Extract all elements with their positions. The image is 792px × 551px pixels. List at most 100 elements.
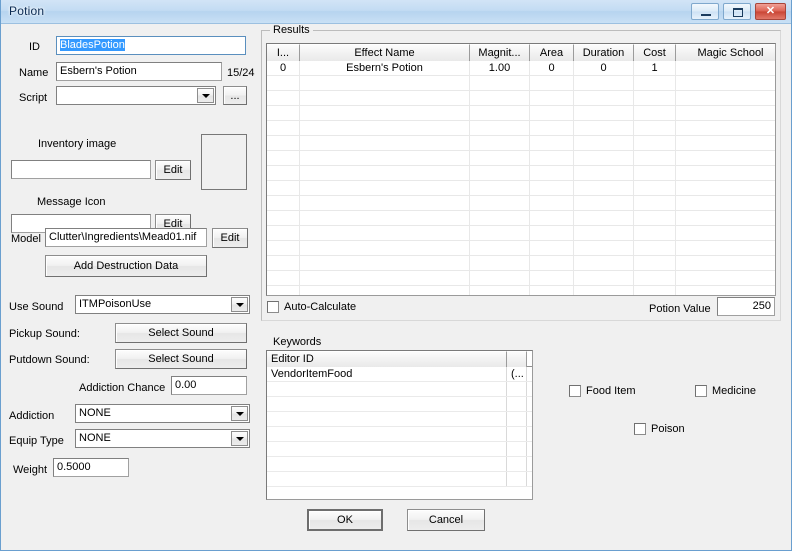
results-cell [530, 151, 574, 165]
putdown-sound-select-button[interactable]: Select Sound [115, 349, 247, 369]
results-empty-row[interactable] [267, 256, 775, 271]
model-input[interactable]: Clutter\Ingredients\Mead01.nif [45, 228, 207, 247]
results-cell [574, 196, 634, 210]
results-cell [300, 271, 470, 285]
pickup-sound-select-button[interactable]: Select Sound [115, 323, 247, 343]
results-cell [634, 271, 676, 285]
results-empty-row[interactable] [267, 271, 775, 286]
results-cell [530, 181, 574, 195]
keywords-cell [267, 472, 507, 486]
results-cell [530, 166, 574, 180]
results-empty-row[interactable] [267, 286, 775, 295]
results-cell [574, 76, 634, 90]
results-empty-row[interactable] [267, 121, 775, 136]
keywords-empty-row[interactable] [267, 412, 532, 427]
keywords-empty-row[interactable] [267, 457, 532, 472]
results-cell: 1 [634, 61, 676, 75]
script-combobox[interactable] [56, 86, 216, 105]
chevron-down-icon[interactable] [231, 431, 248, 446]
food-item-checkbox[interactable]: Food Item [569, 385, 636, 397]
results-column-header[interactable]: Effect Name [300, 44, 470, 61]
id-input-value: BladesPotion [60, 39, 125, 51]
chevron-down-icon[interactable] [231, 297, 248, 312]
model-edit-button[interactable]: Edit [212, 228, 248, 248]
food-item-label: Food Item [586, 385, 636, 397]
results-empty-row[interactable] [267, 76, 775, 91]
results-cell [470, 226, 530, 240]
weight-input[interactable]: 0.5000 [53, 458, 129, 477]
results-cell [574, 106, 634, 120]
window-title: Potion [9, 4, 45, 18]
equip-type-label: Equip Type [9, 435, 64, 447]
inventory-image-input[interactable] [11, 160, 151, 179]
results-empty-row[interactable] [267, 196, 775, 211]
results-cell [574, 211, 634, 225]
results-cell [300, 136, 470, 150]
minimize-button[interactable] [691, 3, 719, 20]
keywords-empty-row[interactable] [267, 427, 532, 442]
results-cell [530, 256, 574, 270]
keywords-row[interactable]: VendorItemFood (... [267, 367, 532, 382]
cancel-button[interactable]: Cancel [407, 509, 485, 531]
results-column-header[interactable]: Magnit... [470, 44, 530, 61]
ok-button[interactable]: OK [307, 509, 383, 531]
results-cell [267, 256, 300, 270]
results-cell: 0 [267, 61, 300, 75]
results-column-header[interactable]: Area [530, 44, 574, 61]
keywords-empty-row[interactable] [267, 397, 532, 412]
use-sound-combobox[interactable]: ITMPoisonUse [75, 295, 250, 314]
keywords-listview-body[interactable]: VendorItemFood (... [267, 367, 532, 487]
results-empty-row[interactable] [267, 151, 775, 166]
close-button[interactable]: ✕ [755, 3, 786, 20]
keywords-cell [267, 397, 507, 411]
potion-value-input[interactable]: 250 [717, 297, 775, 316]
use-sound-label: Use Sound [9, 301, 64, 313]
keywords-column-header[interactable]: Editor ID [267, 351, 507, 367]
keywords-empty-row[interactable] [267, 472, 532, 487]
results-empty-row[interactable] [267, 166, 775, 181]
maximize-button[interactable] [723, 3, 751, 20]
results-empty-row[interactable] [267, 136, 775, 151]
results-column-header[interactable]: Duration [574, 44, 634, 61]
id-input[interactable]: BladesPotion [56, 36, 246, 55]
script-browse-button[interactable]: ... [223, 86, 247, 105]
results-row[interactable]: 0 Esbern's Potion 1.00 0 0 1 [267, 61, 775, 76]
results-empty-row[interactable] [267, 181, 775, 196]
results-cell [574, 181, 634, 195]
results-empty-row[interactable] [267, 106, 775, 121]
results-listview-body[interactable]: 0 Esbern's Potion 1.00 0 0 1 [267, 61, 775, 295]
results-column-header[interactable]: Cost [634, 44, 676, 61]
potion-value-label: Potion Value [649, 303, 711, 315]
putdown-sound-label: Putdown Sound: [9, 354, 90, 366]
add-destruction-data-button[interactable]: Add Destruction Data [45, 255, 207, 277]
results-cell [574, 271, 634, 285]
addiction-combobox[interactable]: NONE [75, 404, 250, 423]
keywords-empty-row[interactable] [267, 382, 532, 397]
model-label: Model [11, 233, 41, 245]
chevron-down-icon[interactable] [231, 406, 248, 421]
name-input[interactable]: Esbern's Potion [56, 62, 222, 81]
poison-checkbox[interactable]: Poison [634, 423, 685, 435]
results-column-header[interactable]: I... [267, 44, 300, 61]
results-cell: 1.00 [470, 61, 530, 75]
results-column-header[interactable]: Magic School [676, 44, 775, 61]
equip-type-combobox[interactable]: NONE [75, 429, 250, 448]
results-cell [267, 121, 300, 135]
medicine-checkbox[interactable]: Medicine [695, 385, 756, 397]
results-cell [470, 151, 530, 165]
addiction-chance-input[interactable]: 0.00 [171, 376, 247, 395]
keywords-empty-row[interactable] [267, 442, 532, 457]
results-empty-row[interactable] [267, 211, 775, 226]
auto-calculate-checkbox[interactable]: Auto-Calculate [267, 301, 356, 313]
results-empty-row[interactable] [267, 91, 775, 106]
results-empty-row[interactable] [267, 241, 775, 256]
results-listview[interactable]: I... Effect Name Magnit... Area Duration Cost… [266, 43, 776, 296]
results-cell [634, 181, 676, 195]
inventory-image-edit-button[interactable]: Edit [155, 160, 191, 180]
keywords-column-header[interactable] [507, 351, 527, 367]
results-cell [574, 226, 634, 240]
results-cell [634, 136, 676, 150]
keywords-listview[interactable]: Editor ID VendorItemFood (... [266, 350, 533, 500]
chevron-down-icon[interactable] [197, 88, 214, 103]
results-empty-row[interactable] [267, 226, 775, 241]
